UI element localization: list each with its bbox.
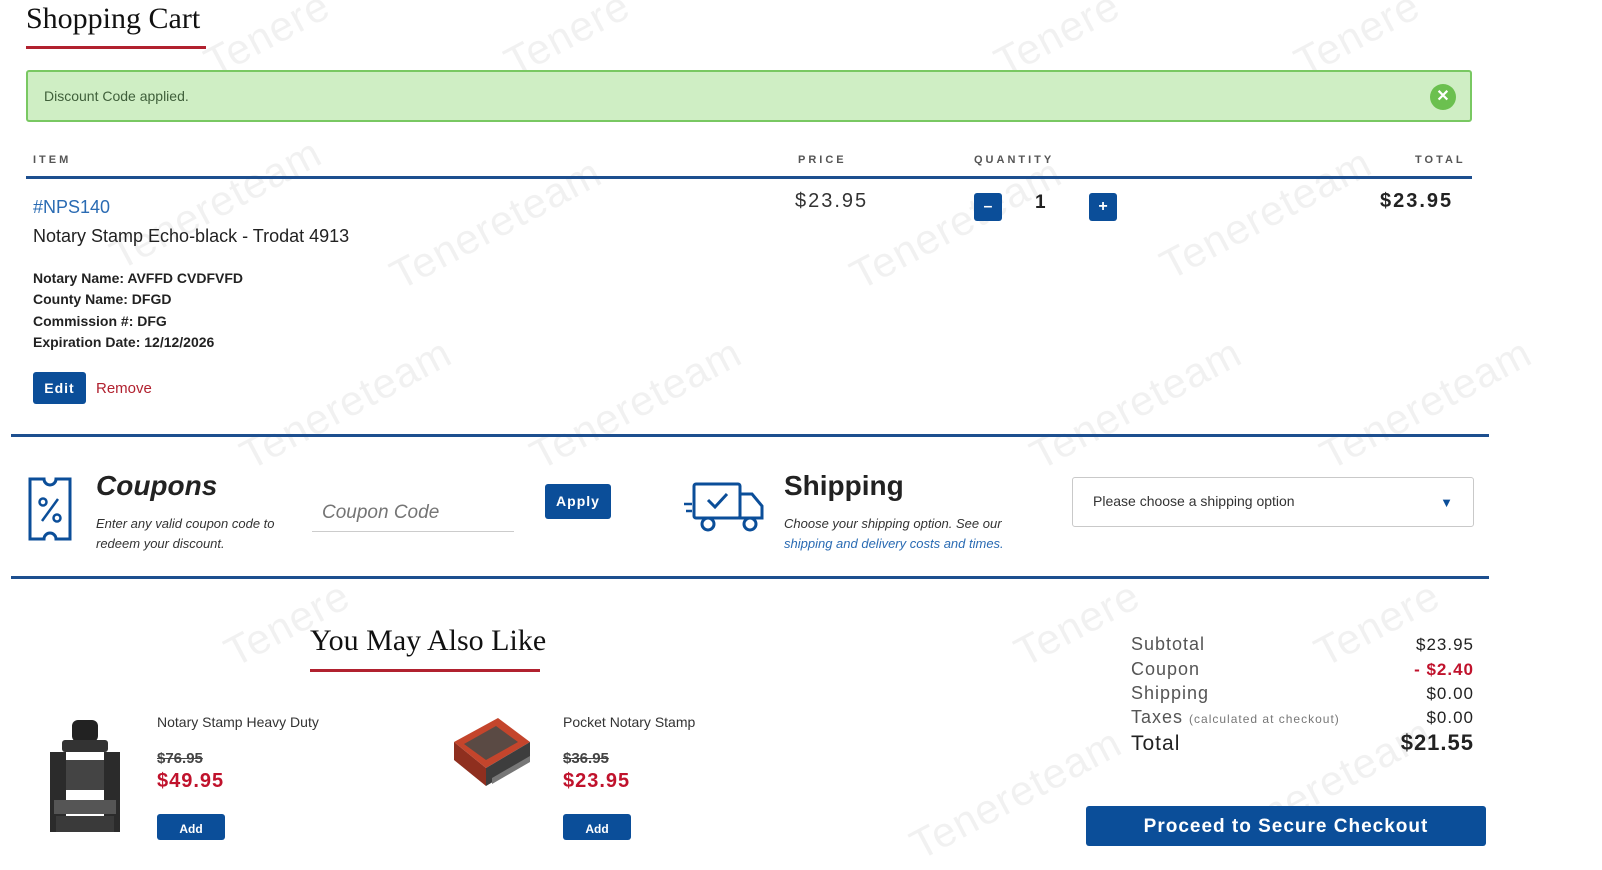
recommendation-name[interactable]: Pocket Notary Stamp [563,714,695,730]
apply-coupon-button[interactable]: Apply [545,484,611,519]
column-header-quantity: QUANTITY [974,154,1055,166]
coupon-code-input[interactable] [312,494,514,532]
item-total: $23.95 [1380,190,1454,212]
coupons-title: Coupons [96,470,218,501]
total-value: $21.55 [1400,730,1474,755]
total-label: Total [1131,732,1181,755]
taxes-note: (calculated at checkout) [1189,712,1340,726]
title-underline [26,46,206,49]
recommendations-underline [310,669,540,672]
table-header-divider [26,176,1472,179]
subtotal-label: Subtotal [1131,634,1206,654]
close-circle-icon[interactable]: ✕ [1430,84,1456,110]
shipping-option-select[interactable]: Please choose a shipping option ▼ [1072,477,1474,527]
recommendation-price: $23.95 [563,770,631,792]
product-image-pocket-stamp[interactable] [446,712,536,792]
recommendation-name[interactable]: Notary Stamp Heavy Duty [157,714,319,730]
quantity-value: 1 [1035,192,1046,213]
decrement-quantity-button[interactable]: – [974,193,1002,221]
add-to-cart-button[interactable]: Add [563,814,631,840]
coupons-subtitle: Enter any valid coupon code to redeem yo… [96,516,275,551]
detail-notary-name: Notary Name: AVFFD CVDFVFD [33,270,244,286]
column-header-item: ITEM [33,154,72,166]
delivery-truck-icon [684,478,768,538]
recommendation-old-price: $36.95 [563,750,609,767]
page-title: Shopping Cart [26,2,201,35]
coupon-label: Coupon [1131,659,1201,679]
recommendations-title: You May Also Like [310,624,547,657]
recommendation-price: $49.95 [157,770,225,792]
item-price: $23.95 [795,190,869,212]
product-sku-link[interactable]: #NPS140 [33,197,110,218]
detail-expiration-date: Expiration Date: 12/12/2026 [33,334,215,350]
secure-checkout-button[interactable]: Proceed to Secure Checkout [1086,806,1486,846]
shipping-label: Shipping [1131,683,1210,703]
shipping-info-link[interactable]: shipping and delivery costs and times. [784,536,1004,551]
section-divider [11,434,1489,437]
product-image-heavy-duty-stamp[interactable] [40,716,130,832]
shipping-select-value: Please choose a shipping option [1093,493,1295,509]
shipping-subtitle: Choose your shipping option. See our shi… [784,514,1024,554]
chevron-down-icon: ▼ [1440,495,1453,510]
column-header-total: TOTAL [1415,154,1466,166]
column-header-price: PRICE [798,154,847,166]
alert-message: Discount Code applied. [44,88,189,104]
coupon-value: - $2.40 [1414,660,1474,679]
product-name: Notary Stamp Echo-black - Trodat 4913 [33,226,350,246]
success-alert: Discount Code applied. ✕ [26,70,1472,122]
shipping-subtitle-text: Choose your shipping option. See our [784,516,1002,531]
add-to-cart-button[interactable]: Add [157,814,225,840]
taxes-value: $0.00 [1426,708,1474,727]
remove-link[interactable]: Remove [96,380,152,397]
subtotal-value: $23.95 [1416,635,1474,654]
detail-commission: Commission #: DFG [33,313,167,329]
section-divider [11,576,1489,579]
detail-county-name: County Name: DFGD [33,291,172,307]
taxes-label: Taxes (calculated at checkout) [1131,707,1340,728]
coupon-percent-icon [26,476,74,542]
taxes-label-text: Taxes [1131,707,1184,727]
shipping-value: $0.00 [1426,684,1474,703]
increment-quantity-button[interactable]: + [1089,193,1117,221]
edit-button[interactable]: Edit [33,372,86,404]
recommendation-old-price: $76.95 [157,750,203,767]
shipping-title: Shipping [784,470,904,501]
